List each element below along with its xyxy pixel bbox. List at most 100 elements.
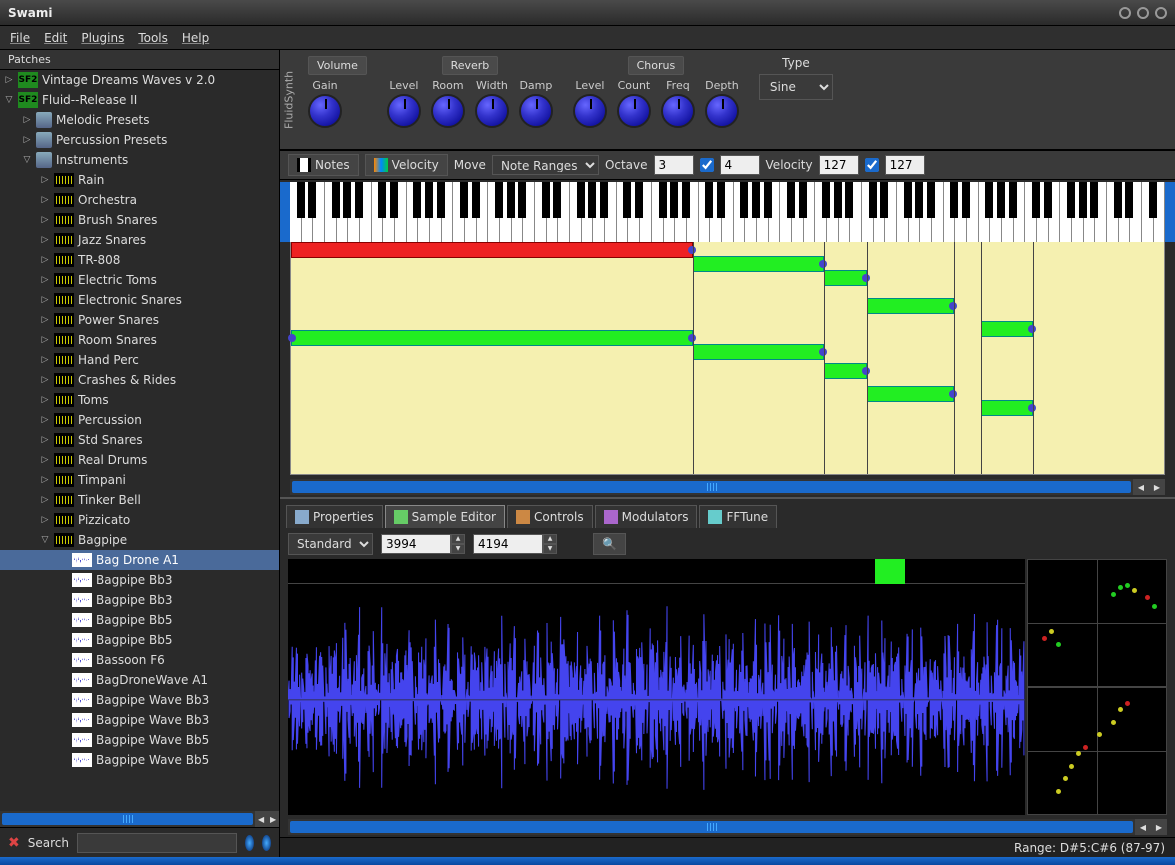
note-zone[interactable] (867, 298, 954, 314)
reverb-damp-knob[interactable] (519, 94, 553, 128)
scroll-left-icon[interactable]: ◀ (1133, 479, 1149, 495)
tree-instrument[interactable]: ▷Power Snares (0, 310, 279, 330)
spin-down-icon[interactable]: ▼ (543, 544, 557, 554)
tree-instrument[interactable]: ▷Brush Snares (0, 210, 279, 230)
reverb-room-knob[interactable] (431, 94, 465, 128)
close-icon[interactable] (1155, 7, 1167, 19)
tree-sample[interactable]: Bassoon F6 (0, 650, 279, 670)
tree-instrument[interactable]: ▷Electric Toms (0, 270, 279, 290)
reverb-level-knob[interactable] (387, 94, 421, 128)
tree-sample[interactable]: Bagpipe Wave Bb5 (0, 730, 279, 750)
tree-instrument[interactable]: ▷Room Snares (0, 330, 279, 350)
octave2-input[interactable] (720, 155, 760, 175)
scroll-right-icon[interactable]: ▶ (1151, 819, 1167, 835)
tree-hscroll[interactable]: ◀ ▶ (0, 811, 279, 827)
tree-instrument[interactable]: ▷Percussion (0, 410, 279, 430)
note-zone[interactable] (824, 270, 868, 286)
menu-help[interactable]: Help (182, 31, 209, 45)
piano-keyboard[interactable] (290, 182, 1165, 242)
octave-link-check[interactable] (700, 158, 714, 172)
tree-sample[interactable]: Bagpipe Wave Bb5 (0, 750, 279, 770)
tree-instrument[interactable]: ▷Rain (0, 170, 279, 190)
tree-instrument[interactable]: ▷Tinker Bell (0, 490, 279, 510)
tree-instrument[interactable]: ▷Pizzicato (0, 510, 279, 530)
tree-folder[interactable]: ▷Melodic Presets (0, 110, 279, 130)
tree-sample[interactable]: Bagpipe Bb3 (0, 590, 279, 610)
note-zone[interactable] (693, 344, 824, 360)
tab-sample-editor[interactable]: Sample Editor (385, 505, 505, 528)
menu-file[interactable]: File (10, 31, 30, 45)
tree-sample[interactable]: Bagpipe Wave Bb3 (0, 690, 279, 710)
tree-sample[interactable]: Bagpipe Bb5 (0, 630, 279, 650)
tree-instrument[interactable]: ▷Crashes & Rides (0, 370, 279, 390)
tree-instrument[interactable]: ▷Std Snares (0, 430, 279, 450)
zone-area[interactable] (290, 242, 1165, 475)
tree-instrument[interactable]: ▷Hand Perc (0, 350, 279, 370)
vel-link-check[interactable] (865, 158, 879, 172)
clear-search-icon[interactable]: ✖ (8, 835, 20, 851)
minimize-icon[interactable] (1119, 7, 1131, 19)
vel2-input[interactable] (885, 155, 925, 175)
menu-edit[interactable]: Edit (44, 31, 67, 45)
tree-instrument[interactable]: ▽Bagpipe (0, 530, 279, 550)
tree-sample[interactable]: BagDroneWave A1 (0, 670, 279, 690)
scroll-right-icon[interactable]: ▶ (267, 811, 279, 827)
note-zone[interactable] (867, 386, 954, 402)
spin-up-icon[interactable]: ▲ (451, 534, 465, 544)
tree-sample[interactable]: Bagpipe Wave Bb3 (0, 710, 279, 730)
menu-plugins[interactable]: Plugins (81, 31, 124, 45)
vel1-input[interactable] (819, 155, 859, 175)
wave-hscroll[interactable]: ◀ ▶ (288, 819, 1167, 835)
search-next-button[interactable] (262, 835, 271, 851)
zone-hscroll[interactable]: ◀ ▶ (290, 479, 1165, 495)
loop-end-zoom[interactable] (1027, 687, 1167, 815)
tree-instrument[interactable]: ▷Orchestra (0, 190, 279, 210)
loop-start-input[interactable] (381, 534, 451, 554)
tree-sample[interactable]: Bagpipe Bb3 (0, 570, 279, 590)
tree-instrument[interactable]: ▷TR-808 (0, 250, 279, 270)
note-zone[interactable] (824, 363, 868, 379)
tab-controls[interactable]: Controls (507, 505, 593, 528)
tree-instrument[interactable]: ▷Timpani (0, 470, 279, 490)
tree-sample[interactable]: Bag Drone A1 (0, 550, 279, 570)
tree-folder[interactable]: ▷Percussion Presets (0, 130, 279, 150)
chorus-freq-knob[interactable] (661, 94, 695, 128)
tree-instrument[interactable]: ▷Jazz Snares (0, 230, 279, 250)
zoom-button[interactable]: 🔍 (593, 533, 626, 555)
note-zone[interactable] (981, 321, 1033, 337)
note-zone[interactable] (291, 330, 693, 346)
octave1-input[interactable] (654, 155, 694, 175)
tree-sf2[interactable]: ▽SF2Fluid--Release II (0, 90, 279, 110)
tree-instrument[interactable]: ▷Real Drums (0, 450, 279, 470)
tree-sample[interactable]: Bagpipe Bb5 (0, 610, 279, 630)
reverb-width-knob[interactable] (475, 94, 509, 128)
loop-marker[interactable] (875, 559, 905, 584)
patch-tree[interactable]: ▷SF2Vintage Dreams Waves v 2.0▽SF2Fluid-… (0, 70, 279, 811)
note-zone[interactable] (981, 400, 1033, 416)
spin-down-icon[interactable]: ▼ (451, 544, 465, 554)
loop-start-zoom[interactable] (1027, 559, 1167, 687)
waveform-main[interactable] (288, 559, 1025, 815)
tree-instrument[interactable]: ▷Electronic Snares (0, 290, 279, 310)
loop-end-input[interactable] (473, 534, 543, 554)
scroll-left-icon[interactable]: ◀ (255, 811, 267, 827)
gain-knob[interactable] (308, 94, 342, 128)
loop-mode-select[interactable]: Standard (288, 533, 373, 555)
tab-properties[interactable]: Properties (286, 505, 383, 528)
tree-instrument[interactable]: ▷Toms (0, 390, 279, 410)
chorus-depth-knob[interactable] (705, 94, 739, 128)
chorus-type-select[interactable]: Sine (759, 74, 833, 100)
maximize-icon[interactable] (1137, 7, 1149, 19)
move-mode-select[interactable]: Note Ranges (492, 155, 599, 175)
tab-fftune[interactable]: FFTune (699, 505, 777, 528)
scroll-right-icon[interactable]: ▶ (1149, 479, 1165, 495)
tree-folder[interactable]: ▽Instruments (0, 150, 279, 170)
menu-tools[interactable]: Tools (138, 31, 168, 45)
chorus-count-knob[interactable] (617, 94, 651, 128)
scroll-left-icon[interactable]: ◀ (1135, 819, 1151, 835)
tab-modulators[interactable]: Modulators (595, 505, 698, 528)
velocity-button[interactable]: Velocity (365, 154, 448, 176)
search-input[interactable] (77, 833, 237, 853)
note-zone[interactable] (693, 256, 824, 272)
chorus-level-knob[interactable] (573, 94, 607, 128)
